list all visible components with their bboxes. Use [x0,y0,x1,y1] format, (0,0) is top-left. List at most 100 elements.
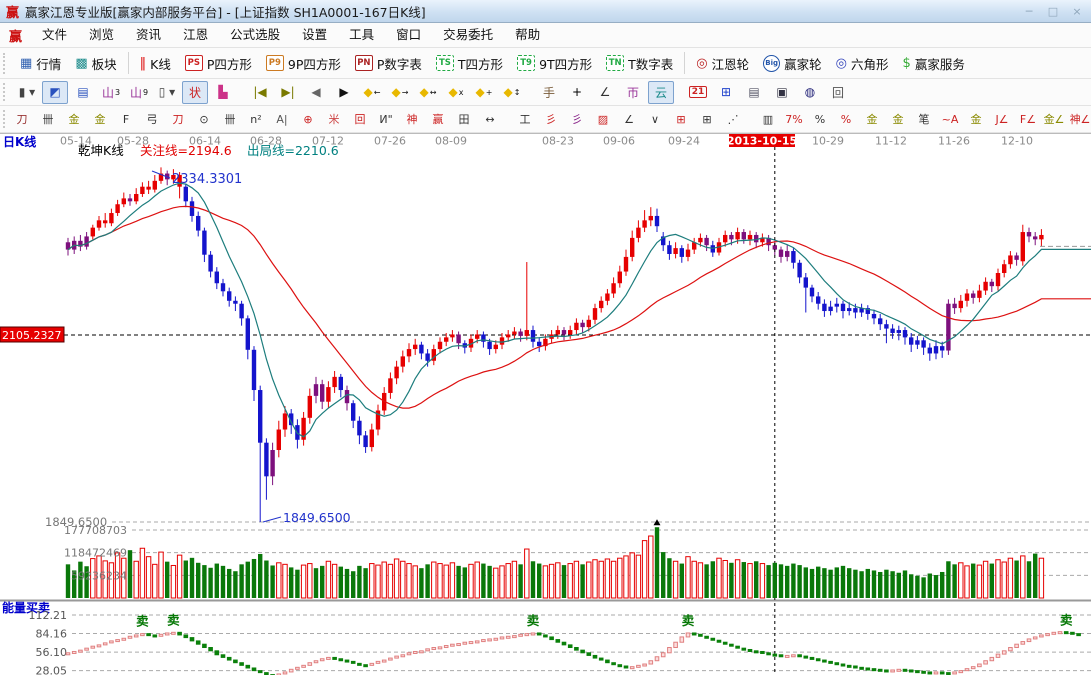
n-square-button[interactable]: n² [244,109,268,130]
next-bar-button[interactable]: ▶ [331,81,357,104]
toolbar-button-t-square[interactable]: TST四方形 [429,48,510,78]
gold-circle-button[interactable]: 金 [860,109,884,130]
box-grid-button[interactable]: 回 [348,109,372,130]
clock-cycle-button[interactable]: ⊙ [192,109,216,130]
diamond-plus-button[interactable]: ◆+ [471,81,497,104]
toolbar-button-t-number-table[interactable]: TNT数字表 [599,48,680,78]
notepad-button[interactable]: ▤ [741,81,767,104]
maximize-button[interactable]: □ [1045,5,1061,18]
prev-bar-button[interactable]: ◀ [303,81,329,104]
chart-area[interactable]: 日K线05-1405-2806-1406-2807-1207-2608-0908… [0,133,1091,675]
gold-gauge-1-button[interactable]: 金 [62,109,86,130]
f-angle-button[interactable]: F∠ [1016,109,1040,130]
box-rays-button[interactable]: ▨ [591,109,615,130]
first-bar-button[interactable]: |◀ [247,81,273,104]
bars-3-button[interactable]: 山3 [98,81,124,104]
menu-item-browse[interactable]: 浏览 [78,23,125,47]
percent-button[interactable]: % [808,109,832,130]
shen-angle-button[interactable]: 神∠ [1068,109,1091,130]
kline-chart-svg[interactable]: 日K线05-1405-2806-1406-2807-1207-2608-0908… [0,133,1091,675]
grid-dark-button[interactable]: ⊞ [695,109,719,130]
star-grid-button[interactable]: 米 [322,109,346,130]
level-bars-button[interactable]: ▥ [756,109,780,130]
diamond-vspan-button[interactable]: ◆↕ [499,81,525,104]
wave-tool-button[interactable]: ~A [938,109,962,130]
toolbar-button-hexagon[interactable]: ◎六角形 [829,48,896,78]
toolbar-button-gann-wheel[interactable]: ◎江恩轮 [689,48,756,78]
workstation-button[interactable]: 回 [825,81,851,104]
diamond-cross-button[interactable]: ◆x [443,81,469,104]
pan-hand-button[interactable]: 手 [536,81,562,104]
toolbar-button-p-square[interactable]: PSP四方形 [178,48,259,78]
frame-tool-button[interactable]: 工 [513,109,537,130]
quote-mark-button[interactable]: И" [374,109,398,130]
last-bar-button[interactable]: ▶| [275,81,301,104]
toolbar-button-9t-square[interactable]: T99T四方形 [510,48,599,78]
bars-9-button[interactable]: 山9 [126,81,152,104]
percent-7-button[interactable]: 7% [782,109,806,130]
volume-profile-button[interactable]: ▙ [210,81,236,104]
minimize-button[interactable]: ─ [1021,5,1037,18]
menu-item-trade[interactable]: 交易委托 [432,23,504,47]
percent-line-button[interactable]: % [834,109,858,130]
tick-ruler-2-button[interactable]: 卌 [218,109,242,130]
toolbar-button-quotes[interactable]: ▦行情 [13,48,68,78]
knife-tool-button[interactable]: 刀 [10,109,34,130]
cloud-tool-button[interactable]: 云 [648,81,674,104]
menu-item-window[interactable]: 窗口 [385,23,432,47]
diamond-hspan-button[interactable]: ◆↔ [415,81,441,104]
angle-measure-button[interactable]: ∠ [592,81,618,104]
gold-line-button[interactable]: 金 [886,109,910,130]
circle-cross-button[interactable]: ⊕ [296,109,320,130]
toolbar-button-winner-service[interactable]: $赢家服务 [896,48,972,78]
qiankun-kline-button[interactable]: 状 [182,81,208,104]
toolbar-button-sectors[interactable]: ▩板块 [68,48,123,78]
toolbar-button-p-number-table[interactable]: PNP数字表 [348,48,429,78]
win-tool-button[interactable]: 赢 [426,109,450,130]
ink-brush-button[interactable]: 笔 [912,109,936,130]
gold-gauge-2-icon: 金 [95,111,106,127]
info-note-button[interactable]: ▤ [70,81,96,104]
candle-style-dropdown-button[interactable]: ▯ ▾ [154,81,180,104]
toolbar-button-9p-square[interactable]: P99P四方形 [259,48,348,78]
toolbar-button-winner-wheel[interactable]: Big赢家轮 [756,48,829,78]
calculator-button[interactable]: ⊞ [713,81,739,104]
v-lines-button[interactable]: ∨ [643,109,667,130]
a-divider-button[interactable]: A| [270,109,294,130]
close-button[interactable]: × [1069,5,1085,18]
rays-red-button[interactable]: 彡 [539,109,563,130]
shen-tool-button[interactable]: 神 [400,109,424,130]
diamond-right-icon: ◆ [392,85,401,99]
grid-123-button[interactable]: 田 [452,109,476,130]
menu-item-gann[interactable]: 江恩 [172,23,219,47]
gold-underline-button[interactable]: 金 [964,109,988,130]
angle-lines-button[interactable]: ∠ [617,109,641,130]
menu-item-formula-pick[interactable]: 公式选股 [219,23,291,47]
toolbar-button-kline[interactable]: ‖K线 [133,48,178,78]
menu-item-news[interactable]: 资讯 [125,23,172,47]
calendar-21-button[interactable]: 21 [685,81,711,104]
pattern-chart-button[interactable]: ◩ [42,81,68,104]
menu-item-help[interactable]: 帮助 [504,23,551,47]
save-button[interactable]: ▣ [769,81,795,104]
span-arrow-button[interactable]: ↔ [478,109,502,130]
spiral-tool-button[interactable]: 弓 [140,109,164,130]
red-knife-button[interactable]: 刀 [166,109,190,130]
gold-angle-button[interactable]: 金∠ [1042,109,1066,130]
menu-item-settings[interactable]: 设置 [291,23,338,47]
diamond-left-button[interactable]: ◆← [359,81,385,104]
crosshair-button[interactable]: + [564,81,590,104]
f-ruler-button[interactable]: F [114,109,138,130]
grid-red-button[interactable]: ⊞ [669,109,693,130]
rays-purple-button[interactable]: 彡 [565,109,589,130]
flower-tool-button[interactable]: 帀 [620,81,646,104]
menu-item-tools[interactable]: 工具 [338,23,385,47]
net-sync-button[interactable]: ◍ [797,81,823,104]
menu-item-file[interactable]: 文件 [31,23,78,47]
diamond-right-button[interactable]: ◆→ [387,81,413,104]
period-candle-dropdown-button[interactable]: ▮ ▾ [14,81,40,104]
parallel-lines-button[interactable]: ⋰ [721,109,745,130]
gold-gauge-2-button[interactable]: 金 [88,109,112,130]
tick-ruler-button[interactable]: 卌 [36,109,60,130]
j-angle-button[interactable]: J∠ [990,109,1014,130]
